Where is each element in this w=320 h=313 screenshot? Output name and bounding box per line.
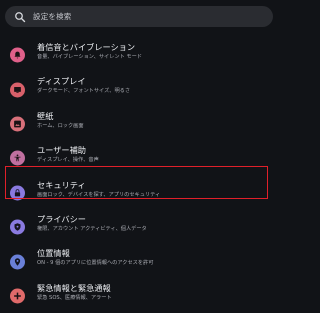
settings-item-location[interactable]: 位置情報 ON - 9 個のアプリに位置情報へのアクセスを許可 <box>0 244 279 278</box>
item-subtitle: 画面ロック、デバイスを探す、アプリのセキュリティ <box>37 191 161 198</box>
search-placeholder: 設定を検索 <box>33 12 72 21</box>
item-subtitle: ON - 9 個のアプリに位置情報へのアクセスを許可 <box>37 260 154 267</box>
item-subtitle: 音量、バイブレーション、サイレント モード <box>37 54 142 60</box>
search-bar[interactable]: 設定を検索 <box>5 6 273 27</box>
accessibility-icon <box>10 150 25 166</box>
item-title: 着信音とバイブレーション <box>37 42 136 52</box>
settings-item-emergency[interactable]: 緊急情報と緊急通報 緊急 SOS、医療情報、アラート <box>0 279 279 313</box>
item-title: ユーザー補助 <box>37 145 86 156</box>
item-subtitle: ダークモード、フォントサイズ、明るさ <box>37 88 131 95</box>
privacy-icon <box>10 219 25 235</box>
item-title: ディスプレイ <box>37 76 86 87</box>
emergency-icon <box>10 288 25 304</box>
settings-item-display[interactable]: ディスプレイ ダークモード、フォントサイズ、明るさ <box>0 72 279 106</box>
item-title: 位置情報 <box>37 248 70 259</box>
wallpaper-icon <box>10 116 25 132</box>
item-subtitle: ホーム、ロック画面 <box>37 122 84 129</box>
settings-item-accessibility[interactable]: ユーザー補助 ディスプレイ、操作、音声 <box>0 141 279 175</box>
settings-list: 着信音とバイブレーション 音量、バイブレーション、サイレント モード ディスプレ… <box>0 38 279 313</box>
lock-icon <box>10 185 25 201</box>
item-subtitle: ディスプレイ、操作、音声 <box>37 157 99 164</box>
settings-item-security[interactable]: セキュリティ 画面ロック、デバイスを探す、アプリのセキュリティ <box>0 176 279 210</box>
location-icon <box>10 254 25 270</box>
item-title: 壁紙 <box>37 110 54 121</box>
item-title: セキュリティ <box>37 179 86 190</box>
item-subtitle: 権限、アカウント アクティビティ、個人データ <box>37 225 147 232</box>
search-icon <box>15 11 26 22</box>
item-title: プライバシー <box>37 213 86 224</box>
item-title: 緊急情報と緊急通報 <box>37 282 111 293</box>
item-subtitle: 緊急 SOS、医療情報、アラート <box>37 294 112 301</box>
settings-item-sound[interactable]: 着信音とバイブレーション 音量、バイブレーション、サイレント モード <box>0 38 279 72</box>
settings-item-wallpaper[interactable]: 壁紙 ホーム、ロック画面 <box>0 107 279 141</box>
settings-item-privacy[interactable]: プライバシー 権限、アカウント アクティビティ、個人データ <box>0 210 279 244</box>
bell-icon <box>10 47 25 63</box>
display-icon <box>10 82 25 98</box>
